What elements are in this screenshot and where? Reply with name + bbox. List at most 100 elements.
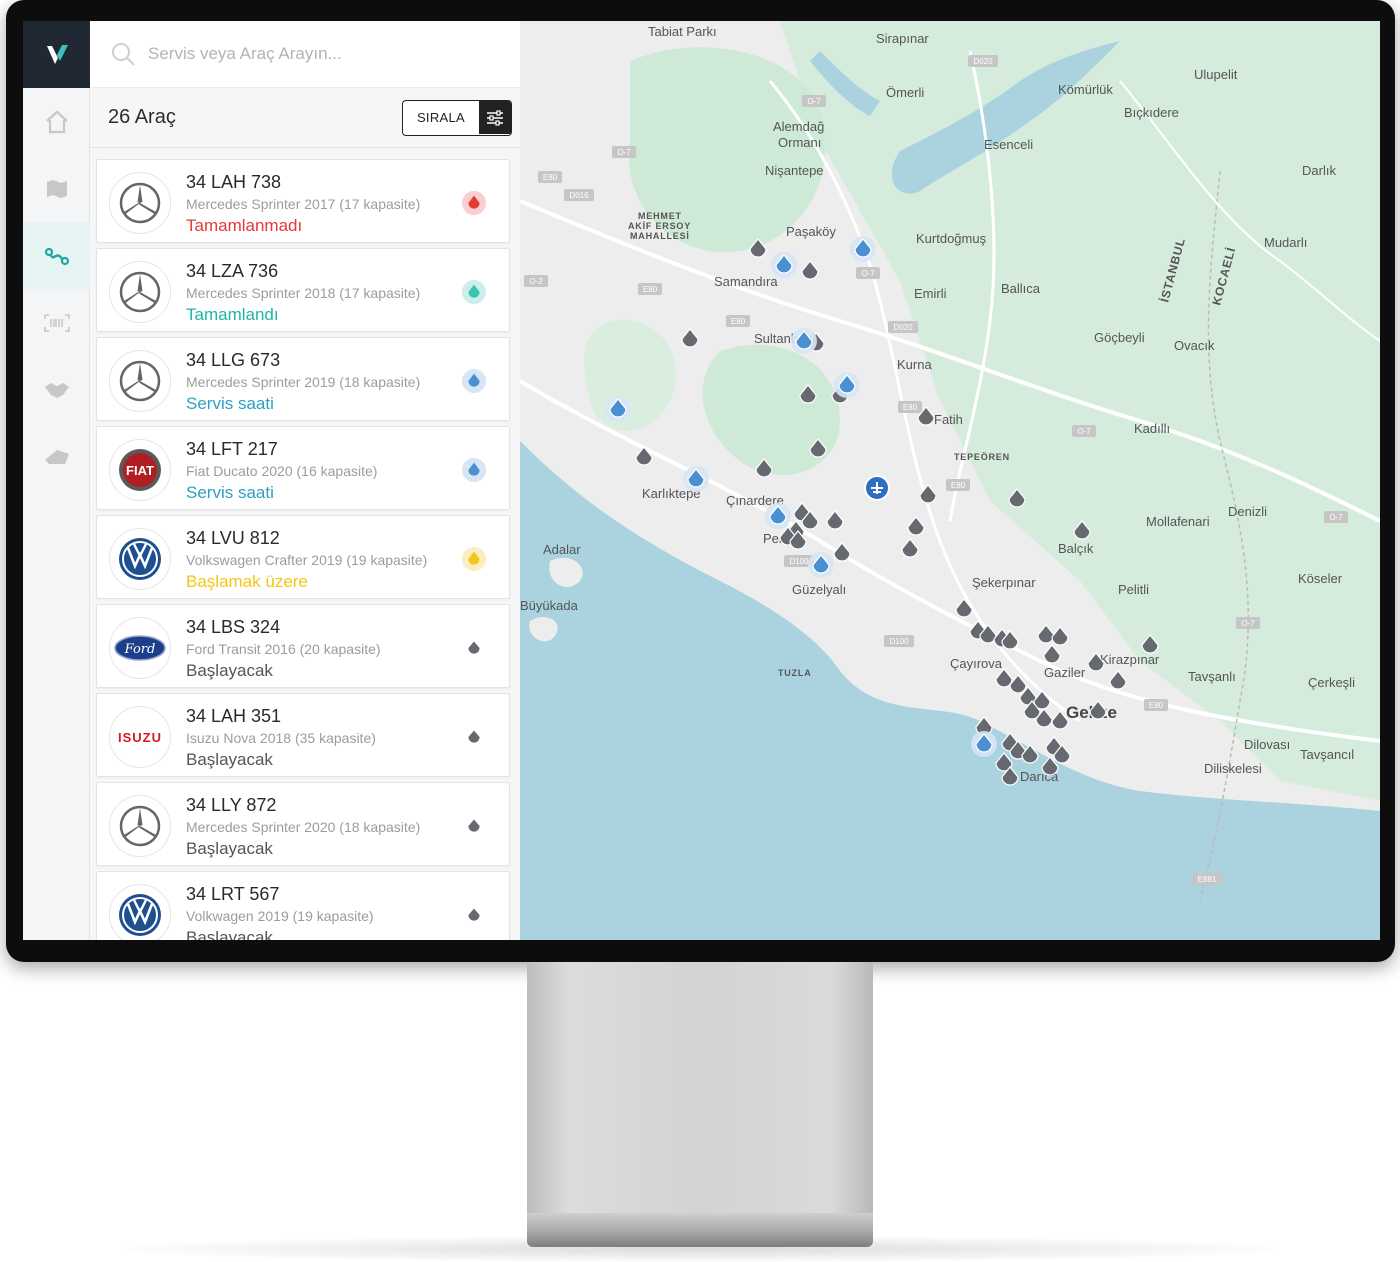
vehicle-plate: 34 LAH 738	[186, 172, 282, 192]
map-place-label: Esenceli	[984, 137, 1033, 152]
map-place-label: Kirazpınar	[1100, 652, 1160, 667]
map-place-label: Bıçkıdere	[1124, 105, 1179, 120]
rail-routes[interactable]	[23, 222, 90, 289]
map-place-label: Çerkeşli	[1308, 675, 1355, 690]
map-place-label: Kömürlük	[1058, 82, 1113, 97]
vehicle-card[interactable]: 34 LAH 738 Mercedes Sprinter 2017 (17 ka…	[96, 159, 510, 243]
map-place-label: Dilovası	[1244, 737, 1290, 752]
map-pin-icon[interactable]	[971, 731, 997, 757]
map-pin-icon[interactable]	[765, 503, 791, 529]
vehicle-card[interactable]: FIAT 34 LFT 217 Fiat Ducato 2020 (16 kap…	[96, 426, 510, 510]
map-place-label: Ömerli	[886, 85, 924, 100]
road-shield: O-2	[524, 275, 548, 287]
svg-text:E80: E80	[1149, 701, 1164, 710]
vehicle-status: Servis saati	[186, 394, 274, 413]
sort-button[interactable]: SIRALA	[401, 99, 512, 136]
list-header: 26 Araç SIRALA	[90, 88, 520, 148]
map-place-label: Kurna	[897, 357, 932, 372]
map-place-label: Köseler	[1298, 571, 1343, 586]
vehicle-model: Mercedes Sprinter 2017 (17 kapasite)	[186, 196, 421, 212]
app-screen: 26 Araç SIRALA 34 LAH 738 Mercedes Sprin…	[23, 21, 1380, 940]
map-place-label: Kurtdoğmuş	[916, 231, 987, 246]
svg-text:E80: E80	[731, 317, 746, 326]
vehicle-card[interactable]: 34 LZA 736 Mercedes Sprinter 2018 (17 ka…	[96, 248, 510, 332]
vw-logo	[109, 884, 171, 940]
monitor-frame: 26 Araç SIRALA 34 LAH 738 Mercedes Sprin…	[6, 0, 1395, 962]
svg-text:D100: D100	[889, 637, 909, 646]
road-shield: D020	[888, 321, 918, 333]
vehicle-card[interactable]: 34 LLY 872 Mercedes Sprinter 2020 (18 ka…	[96, 782, 510, 866]
road-shield: D016	[564, 189, 594, 201]
vehicle-count: 26 Araç	[108, 106, 176, 128]
map-pin-icon[interactable]	[605, 396, 631, 422]
sliders-icon	[479, 101, 511, 134]
svg-text:O-7: O-7	[617, 148, 631, 157]
map-place-label: Gaziler	[1044, 665, 1086, 680]
map-pin-icon[interactable]	[808, 552, 834, 578]
rail-map[interactable]	[23, 155, 90, 222]
svg-text:ISUZU: ISUZU	[118, 730, 162, 745]
map-place-label: Mollafenari	[1146, 514, 1210, 529]
vehicle-status: Başlayacak	[186, 839, 273, 858]
status-pin-icon	[461, 190, 487, 216]
map-canvas[interactable]: D020 O-7 O-7 E80 D016 O-2 E80 E80 D020 O…	[518, 21, 1380, 940]
svg-text:O-2: O-2	[529, 277, 543, 286]
search-bar	[90, 21, 520, 88]
map-place-label: Pelitli	[1118, 582, 1149, 597]
vehicle-plate: 34 LBS 324	[186, 617, 281, 637]
rail-barcode[interactable]	[23, 289, 90, 356]
vehicle-card[interactable]: 34 LVU 812 Volkswagen Crafter 2019 (19 k…	[96, 515, 510, 599]
road-shield: E881	[1192, 873, 1222, 885]
vehicle-plate: 34 LLG 673	[186, 350, 281, 370]
road-shield: O-7	[802, 95, 826, 107]
map-place-label: Mudarlı	[1264, 235, 1307, 250]
vehicle-status: Başlayacak	[186, 661, 273, 680]
map-place-label: AKİF ERSOY	[628, 221, 691, 231]
vehicle-status: Başlamak üzere	[186, 572, 308, 591]
search-input[interactable]	[148, 44, 478, 64]
road-shield: O-7	[612, 146, 636, 158]
airport-icon[interactable]	[864, 475, 890, 501]
status-pin-icon	[461, 457, 487, 483]
rail-home[interactable]	[23, 88, 90, 155]
home-icon	[45, 110, 68, 133]
vehicle-card[interactable]: 34 LRT 567 Volkwagen 2019 (19 kapasite) …	[96, 871, 510, 940]
road-shield: O-7	[1236, 617, 1260, 629]
vehicle-plate: 34 LAH 351	[186, 706, 282, 726]
vehicle-model: Isuzu Nova 2018 (35 kapasite)	[186, 730, 376, 746]
vehicle-card[interactable]: 34 LLG 673 Mercedes Sprinter 2019 (18 ka…	[96, 337, 510, 421]
road-shield: E80	[726, 315, 750, 327]
map-place-label: Darlık	[1302, 163, 1336, 178]
app-logo[interactable]	[23, 21, 90, 88]
road-shield: O-7	[856, 267, 880, 279]
fiat-logo: FIAT	[109, 439, 171, 501]
map-view[interactable]: D020 O-7 O-7 E80 D016 O-2 E80 E80 D020 O…	[518, 21, 1380, 940]
map-pin-icon[interactable]	[771, 252, 797, 278]
svg-text:E80: E80	[643, 285, 658, 294]
map-place-label: Emirli	[914, 286, 947, 301]
status-pin-icon	[461, 368, 487, 394]
vehicle-card[interactable]: Ford 34 LBS 324 Ford Transit 2016 (20 ka…	[96, 604, 510, 688]
map-place-label: MAHALLESİ	[630, 231, 690, 241]
rail-tickets[interactable]	[23, 423, 90, 490]
vehicle-status: Tamamlanmadı	[186, 216, 303, 235]
svg-text:FIAT: FIAT	[126, 463, 154, 478]
vehicle-list-panel: 26 Araç SIRALA 34 LAH 738 Mercedes Sprin…	[90, 21, 520, 940]
map-pin-icon[interactable]	[683, 466, 709, 492]
map-pin-icon[interactable]	[850, 236, 876, 262]
map-place-label: Alemdağ	[773, 119, 824, 134]
svg-text:D100: D100	[789, 557, 809, 566]
map-pin-icon[interactable]	[791, 328, 817, 354]
map-pin-icon[interactable]	[834, 372, 860, 398]
vw-logo	[109, 528, 171, 590]
road-shield: O-7	[1324, 511, 1348, 523]
rail-partners[interactable]	[23, 356, 90, 423]
map-place-label: Ovacık	[1174, 338, 1215, 353]
vehicle-card[interactable]: ISUZU 34 LAH 351 Isuzu Nova 2018 (35 kap…	[96, 693, 510, 777]
map-place-label: TUZLA	[778, 668, 812, 678]
svg-text:O-7: O-7	[1241, 619, 1255, 628]
map-place-label: Ulupelit	[1194, 67, 1238, 82]
vehicle-status: Servis saati	[186, 483, 274, 502]
ford-logo: Ford	[109, 617, 171, 679]
status-pin-icon	[461, 724, 487, 750]
